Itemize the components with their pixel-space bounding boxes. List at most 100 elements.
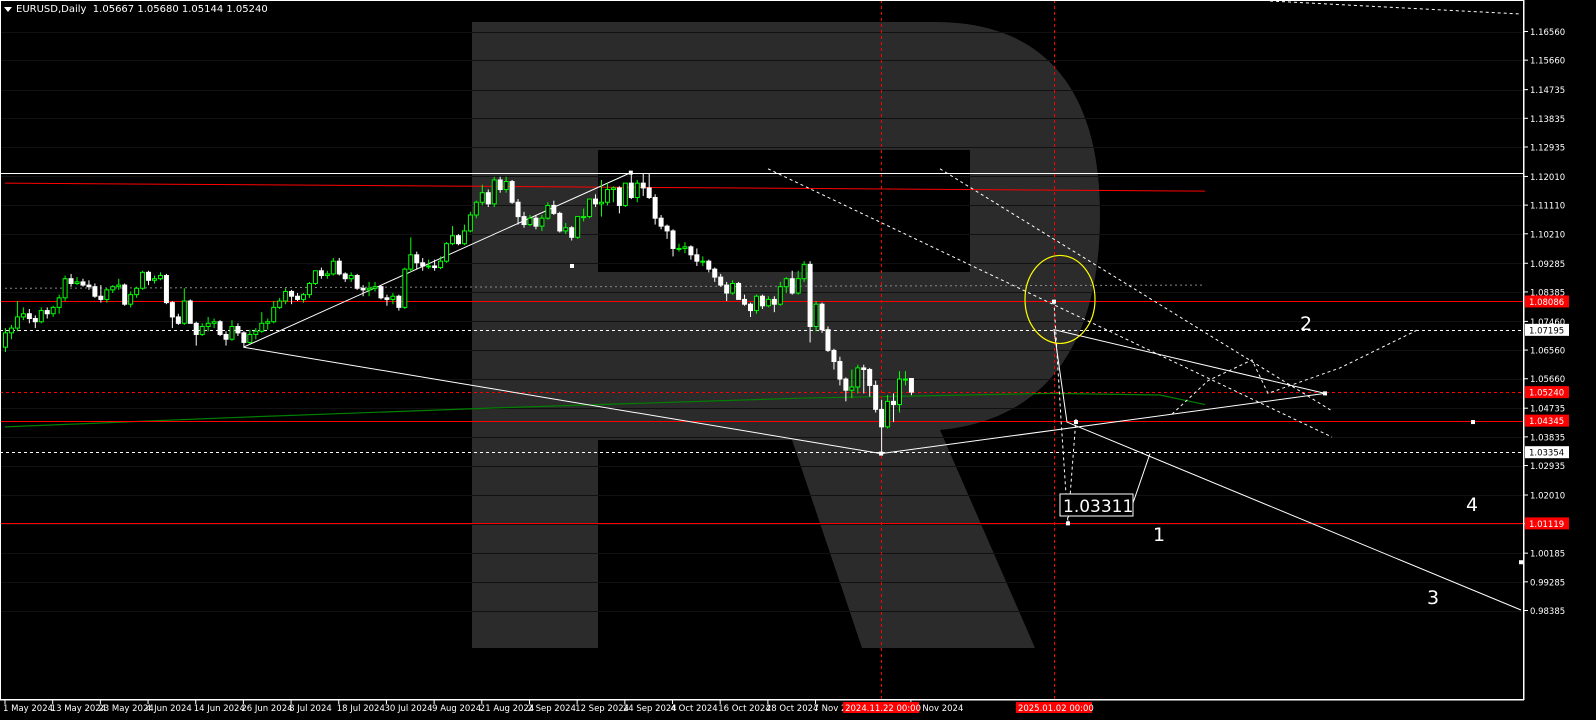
candle-body	[676, 247, 682, 250]
candle-body	[217, 321, 223, 335]
candle-body	[616, 187, 622, 206]
candle-body	[897, 378, 902, 406]
candle-body	[730, 282, 736, 294]
candle-body	[902, 378, 908, 381]
candle-body	[426, 265, 432, 268]
candle-body	[861, 367, 867, 371]
x-tick-label: 14 Jun 2024	[194, 704, 245, 714]
candle-body	[223, 333, 229, 340]
candle-body	[259, 322, 265, 332]
y-tick-label: 0.99285	[1530, 578, 1565, 588]
candle-body	[771, 298, 777, 305]
price-label: 1.04345	[1525, 414, 1569, 427]
candle	[491, 176, 497, 208]
candle-body	[670, 230, 676, 249]
candle-body	[837, 361, 843, 380]
candle-body	[175, 316, 181, 324]
price-chart[interactable]: 1.16560 1.15660 1.14735 1.13835 1.12935 1.120…	[0, 0, 1596, 716]
candle-body	[610, 187, 616, 191]
candle-body	[181, 300, 187, 324]
candle-body	[157, 275, 163, 280]
candle-body	[682, 246, 688, 249]
anchor-point	[570, 263, 574, 268]
candle-body	[283, 290, 289, 302]
anchor-point	[1073, 420, 1078, 425]
symbol-label: EURUSD,Daily	[16, 4, 87, 15]
y-tick-label: 1.02935	[1530, 462, 1565, 472]
price-axis[interactable]: 1.16560 1.15660 1.14735 1.13835 1.12935 1.120…	[1524, 28, 1569, 617]
price-label: 1.01119	[1525, 517, 1569, 530]
candle-body	[324, 273, 330, 277]
candle	[62, 275, 68, 302]
time-label-text: 2024.11.22 00:00	[845, 704, 921, 714]
candle	[467, 211, 473, 233]
candle-body	[3, 332, 8, 348]
candle-body	[187, 300, 193, 324]
candle-body	[694, 254, 700, 262]
candle-body	[74, 281, 80, 284]
candle-body	[503, 181, 509, 191]
candle-body	[843, 378, 849, 391]
candle-body	[14, 316, 20, 329]
candle-body	[783, 278, 789, 288]
wave-label-1: 1	[1153, 524, 1165, 546]
candle-body	[461, 230, 467, 245]
candle-body	[795, 278, 801, 294]
y-tick-label: 1.02010	[1530, 492, 1565, 502]
candle	[509, 179, 515, 204]
candle-body	[336, 260, 342, 275]
candle-body	[444, 243, 450, 262]
candle-body	[527, 217, 533, 226]
candle	[622, 182, 628, 208]
candle	[455, 234, 461, 246]
candle	[813, 301, 819, 332]
candle-body	[86, 284, 92, 288]
candle-body	[825, 329, 831, 351]
candle	[122, 283, 128, 306]
candle-body	[318, 270, 324, 277]
collapse-triangle-icon[interactable]	[4, 6, 12, 12]
candle-body	[777, 286, 783, 305]
anchor-point	[1519, 560, 1523, 565]
y-tick-label: 1.00185	[1530, 550, 1565, 560]
candle-body	[289, 290, 295, 297]
candle-body	[8, 327, 14, 334]
y-tick-label: 1.12935	[1530, 143, 1565, 153]
candle	[825, 326, 831, 352]
candle-body	[867, 369, 873, 386]
candle-body	[581, 216, 587, 219]
candle	[736, 281, 742, 300]
candle-body	[885, 400, 891, 428]
candle	[354, 273, 360, 290]
candle	[557, 211, 563, 233]
candle-body	[80, 281, 86, 286]
candle-body	[32, 318, 38, 323]
candle-body	[366, 287, 372, 291]
anchor-point	[1051, 299, 1056, 304]
price-label-text: 1.07195	[1529, 326, 1564, 336]
candle-body	[247, 333, 253, 343]
candle-body	[563, 227, 569, 232]
candle	[163, 273, 169, 305]
candle-body	[748, 303, 753, 312]
candle-body	[342, 273, 348, 280]
price-label: 1.08086	[1525, 295, 1569, 308]
candle	[217, 320, 223, 337]
wave-label-3: 3	[1427, 587, 1439, 609]
anchor-point	[1471, 420, 1475, 425]
candle-body	[408, 254, 414, 270]
price-label: 1.03354	[1525, 446, 1569, 459]
candle-body	[193, 322, 199, 335]
candle-body	[163, 275, 169, 304]
candle-body	[306, 282, 312, 296]
candle-body	[646, 187, 652, 198]
candle-body	[891, 400, 897, 406]
candle-body	[44, 310, 50, 315]
candle-body	[152, 278, 157, 281]
candle-body	[753, 295, 759, 312]
x-tick-label: 18 Jul 2024	[337, 704, 385, 714]
wave-label-4: 4	[1466, 494, 1478, 516]
price-label-text: 1.03354	[1529, 449, 1564, 459]
candle-body	[622, 182, 628, 206]
candle-body	[849, 386, 855, 391]
